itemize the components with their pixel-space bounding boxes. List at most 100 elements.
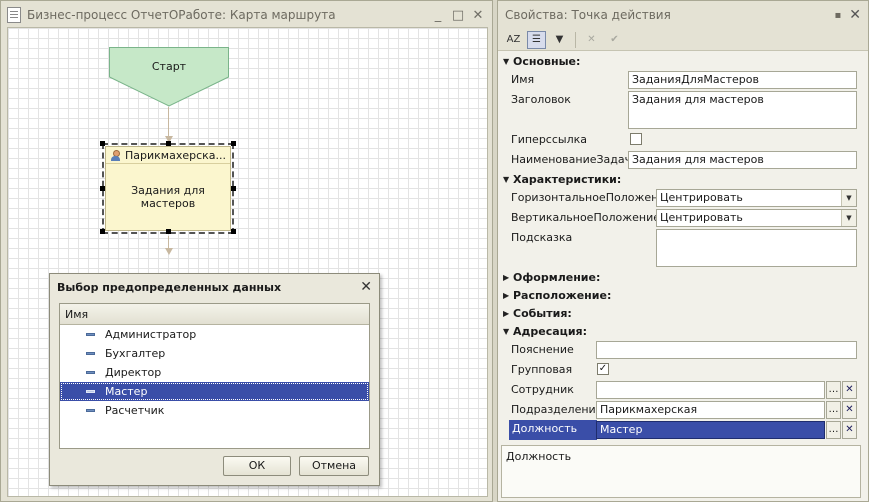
dropdown-arrow-icon[interactable]: ▼ (841, 190, 856, 206)
connector-line[interactable] (168, 107, 169, 137)
predefined-item-icon (86, 333, 95, 336)
cancel-button[interactable]: Отмена (299, 456, 369, 476)
property-hyperlink: Гиперссылка (501, 130, 859, 150)
department-field[interactable]: Парикмахерская (596, 401, 825, 419)
property-task-name: НаименованиеЗадачи Задания для мастеров (501, 150, 859, 170)
list-item[interactable]: Расчетчик (60, 401, 369, 420)
property-h-align: ГоризонтальноеПоложение Центрировать ▼ (501, 188, 859, 208)
expand-icon: ▶ (503, 308, 510, 318)
resize-handle[interactable] (231, 141, 236, 146)
section-basic[interactable]: ▼ Основные: (501, 52, 859, 70)
cancel-edit-button[interactable]: ✕ (582, 31, 601, 49)
v-align-select[interactable]: Центрировать ▼ (656, 209, 857, 227)
resize-handle[interactable] (100, 141, 105, 146)
h-align-value: Центрировать (660, 191, 743, 204)
apply-edit-button[interactable]: ✔ (605, 31, 624, 49)
property-hint: Подсказка (501, 228, 859, 268)
minimize-button[interactable]: _ (430, 8, 446, 23)
collapse-icon: ▼ (503, 174, 510, 184)
property-label: Имя (511, 73, 535, 86)
list-item-label: Мастер (105, 385, 148, 398)
dialog-title: Выбор предопределенных данных (57, 280, 282, 294)
clear-icon[interactable]: ✕ (842, 421, 857, 439)
maximize-button[interactable]: □ (450, 8, 466, 23)
resize-handle[interactable] (100, 229, 105, 234)
predefined-data-dialog: Выбор предопределенных данных ✕ Имя Адми… (49, 273, 380, 486)
section-appearance[interactable]: ▶ Оформление: (501, 268, 859, 286)
sort-alphabetical-button[interactable]: AZ (504, 31, 523, 49)
list-item[interactable]: Бухгалтер (60, 344, 369, 363)
resize-handle[interactable] (166, 141, 171, 146)
property-label: Подразделение (511, 403, 603, 416)
pin-icon[interactable]: ▪ (834, 10, 841, 21)
section-events-label: События: (513, 306, 572, 320)
filter-icon[interactable]: ▼ (550, 31, 569, 49)
section-characteristics-label: Характеристики: (513, 172, 622, 186)
property-label: Заголовок (511, 93, 571, 106)
h-align-select[interactable]: Центрировать ▼ (656, 189, 857, 207)
connector-line[interactable] (168, 236, 169, 248)
document-icon (7, 7, 21, 23)
predefined-item-icon (86, 409, 95, 412)
properties-title: Свойства: Точка действия (505, 8, 671, 22)
property-department: Подразделение Парикмахерская … ✕ (501, 400, 859, 420)
collapse-icon: ▼ (503, 326, 510, 336)
section-placement[interactable]: ▶ Расположение: (501, 286, 859, 304)
close-icon[interactable]: ✕ (849, 7, 861, 23)
predefined-list[interactable]: Имя Администратор Бухгалтер Директор Мас… (59, 303, 370, 449)
heading-field[interactable]: Задания для мастеров (628, 91, 857, 129)
start-point-shape[interactable] (109, 47, 229, 107)
section-addressing-label: Адресация: (513, 324, 587, 338)
dialog-titlebar: Выбор предопределенных данных ✕ (50, 274, 379, 300)
resize-handle[interactable] (231, 229, 236, 234)
name-field[interactable]: ЗаданияДляМастеров (628, 71, 857, 89)
resize-handle[interactable] (166, 229, 171, 234)
predefined-item-icon (86, 390, 95, 393)
selection-frame (102, 143, 234, 234)
list-item[interactable]: Администратор (60, 325, 369, 344)
list-item-label: Расчетчик (105, 404, 165, 417)
property-employee: Сотрудник … ✕ (501, 380, 859, 400)
properties-toolbar: AZ ☰ ▼ ✕ ✔ (498, 29, 868, 51)
properties-titlebar: Свойства: Точка действия ▪ ✕ (498, 1, 868, 29)
property-label: Сотрудник (511, 383, 574, 396)
position-field[interactable]: Мастер (596, 421, 825, 439)
select-ellipsis-button[interactable]: … (826, 401, 841, 419)
list-item-selected[interactable]: Мастер (60, 382, 369, 401)
start-point-label: Старт (151, 60, 187, 73)
property-label: Должность (509, 420, 597, 440)
explanation-field[interactable] (596, 341, 857, 359)
ok-button[interactable]: ОК (223, 456, 291, 476)
group-checkbox[interactable]: ✓ (597, 363, 609, 375)
select-ellipsis-button[interactable]: … (826, 381, 841, 399)
connector-arrow (165, 248, 173, 255)
property-label: Подсказка (511, 231, 573, 244)
property-v-align: ВертикальноеПоложение Центрировать ▼ (501, 208, 859, 228)
list-item-label: Директор (105, 366, 162, 379)
section-characteristics[interactable]: ▼ Характеристики: (501, 170, 859, 188)
property-name: Имя ЗаданияДляМастеров (501, 70, 859, 90)
hyperlink-checkbox[interactable] (630, 133, 642, 145)
resize-handle[interactable] (231, 186, 236, 191)
section-addressing[interactable]: ▼ Адресация: (501, 322, 859, 340)
properties-window: Свойства: Точка действия ▪ ✕ AZ ☰ ▼ ✕ ✔ … (497, 0, 869, 502)
property-label: Групповая (511, 363, 573, 376)
categorized-view-icon[interactable]: ☰ (527, 30, 546, 49)
dialog-close-icon[interactable]: ✕ (360, 279, 372, 295)
clear-icon[interactable]: ✕ (842, 401, 857, 419)
select-ellipsis-button[interactable]: … (826, 421, 841, 439)
close-button[interactable]: ✕ (470, 8, 486, 23)
dropdown-arrow-icon[interactable]: ▼ (841, 210, 856, 226)
resize-handle[interactable] (100, 186, 105, 191)
employee-field[interactable] (596, 381, 825, 399)
hint-field[interactable] (656, 229, 857, 267)
property-group: Групповая ✓ (501, 360, 859, 380)
column-header-name[interactable]: Имя (60, 304, 369, 325)
expand-icon: ▶ (503, 290, 510, 300)
collapse-icon: ▼ (503, 56, 510, 66)
clear-icon[interactable]: ✕ (842, 381, 857, 399)
section-events[interactable]: ▶ События: (501, 304, 859, 322)
list-item[interactable]: Директор (60, 363, 369, 382)
property-description: Должность (501, 445, 861, 498)
task-name-field[interactable]: Задания для мастеров (628, 151, 857, 169)
